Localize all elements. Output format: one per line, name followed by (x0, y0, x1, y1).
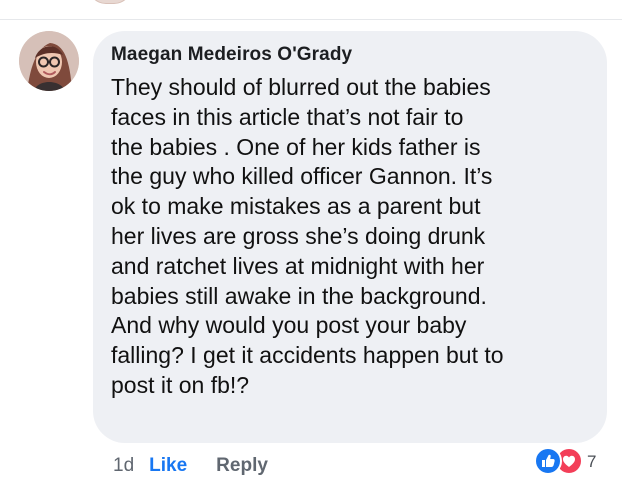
thread-divider (0, 19, 622, 20)
comment-text-line: her lives are gross she’s doing drunk (111, 222, 486, 249)
comment-thread: Maegan Medeiros O'Grady They should of b… (0, 0, 622, 498)
like-button[interactable]: Like (149, 455, 187, 477)
previous-comment-avatar[interactable] (88, 0, 132, 4)
reply-button[interactable]: Reply (216, 455, 268, 477)
comment-text-line: ok to make mistakes as a parent but (111, 193, 481, 220)
comment-text-line: and ratchet lives at midnight with her (111, 252, 485, 279)
comment-author[interactable]: Maegan Medeiros O'Grady (111, 44, 352, 66)
comment-text-line: babies still awake in the background. (111, 282, 487, 309)
reaction-count[interactable]: 7 (587, 453, 596, 470)
reaction-summary[interactable]: 7 (534, 446, 596, 476)
comment-text: They should of blurred out the babies fa… (111, 73, 591, 401)
avatar-image (19, 31, 79, 91)
comment-actions: 1d Like Reply (113, 455, 268, 477)
comment-text-line: faces in this article that’s not fair to (111, 103, 464, 130)
comment-text-line: They should of blurred out the babies (111, 74, 491, 100)
comment-text-line: post it on fb!? (111, 371, 250, 398)
avatar[interactable] (19, 31, 79, 91)
timestamp[interactable]: 1d (113, 455, 134, 477)
comment-text-line: falling? I get it accidents happen but t… (111, 342, 504, 369)
comment-text-line: And why would you post your baby (111, 312, 467, 339)
comment-text-line: the babies . One of her kids father is (111, 133, 481, 160)
comment-text-line: the guy who killed officer Gannon. It’s (111, 163, 493, 190)
comment-bubble: Maegan Medeiros O'Grady They should of b… (93, 31, 607, 443)
like-icon (534, 447, 562, 475)
